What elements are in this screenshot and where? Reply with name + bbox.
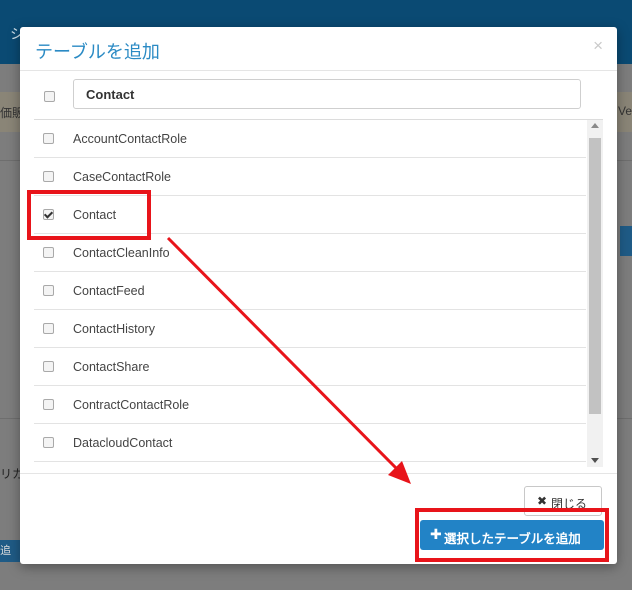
table-checkbox[interactable]: [43, 361, 54, 372]
list-item[interactable]: ContractContactRole: [34, 386, 586, 424]
table-name: CaseContactRole: [73, 170, 171, 184]
scroll-thumb[interactable]: [589, 138, 601, 414]
table-checkbox[interactable]: [43, 285, 54, 296]
list-item[interactable]: ContactHistory: [34, 310, 586, 348]
highlight-add-button-box: [415, 508, 609, 562]
add-table-dialog: テーブルを追加 × AccountContactRole CaseContact…: [20, 27, 617, 564]
table-name: ContactCleanInfo: [73, 246, 170, 260]
highlight-contact-box: [27, 190, 151, 240]
table-list: AccountContactRole CaseContactRole Conta…: [34, 119, 603, 467]
table-name: DatacloudContact: [73, 436, 173, 450]
table-name: ContactFeed: [73, 284, 145, 298]
list-item[interactable]: DatacloudContact: [34, 424, 586, 462]
search-row: [34, 77, 602, 117]
dialog-title: テーブルを追加: [35, 42, 160, 62]
table-name: ContactHistory: [73, 322, 155, 336]
close-x-icon: ✖: [537, 494, 548, 508]
table-checkbox[interactable]: [43, 133, 54, 144]
table-checkbox[interactable]: [43, 247, 54, 258]
table-checkbox[interactable]: [43, 399, 54, 410]
background-edge-button: [620, 226, 632, 256]
table-checkbox[interactable]: [43, 171, 54, 182]
table-checkbox[interactable]: [43, 437, 54, 448]
table-checkbox[interactable]: [43, 323, 54, 334]
list-item[interactable]: AccountContactRole: [34, 120, 586, 158]
select-all-checkbox[interactable]: [44, 91, 55, 102]
scroll-up-arrow-icon[interactable]: [591, 123, 599, 128]
background-band-right-text: Ve: [617, 104, 632, 118]
close-icon[interactable]: ×: [593, 36, 603, 56]
list-item[interactable]: ContactShare: [34, 348, 586, 386]
scroll-down-arrow-icon[interactable]: [591, 458, 599, 463]
list-item[interactable]: ContactFeed: [34, 272, 586, 310]
background-add-button: 追加: [0, 540, 20, 562]
dialog-header: テーブルを追加 ×: [20, 27, 617, 71]
table-name: ContractContactRole: [73, 398, 190, 412]
list-scrollbar[interactable]: [587, 120, 603, 467]
table-name: ContactShare: [73, 360, 150, 374]
table-name: AccountContactRole: [73, 132, 187, 146]
dialog-footer-divider: [20, 473, 617, 474]
table-search-input[interactable]: [73, 79, 581, 109]
